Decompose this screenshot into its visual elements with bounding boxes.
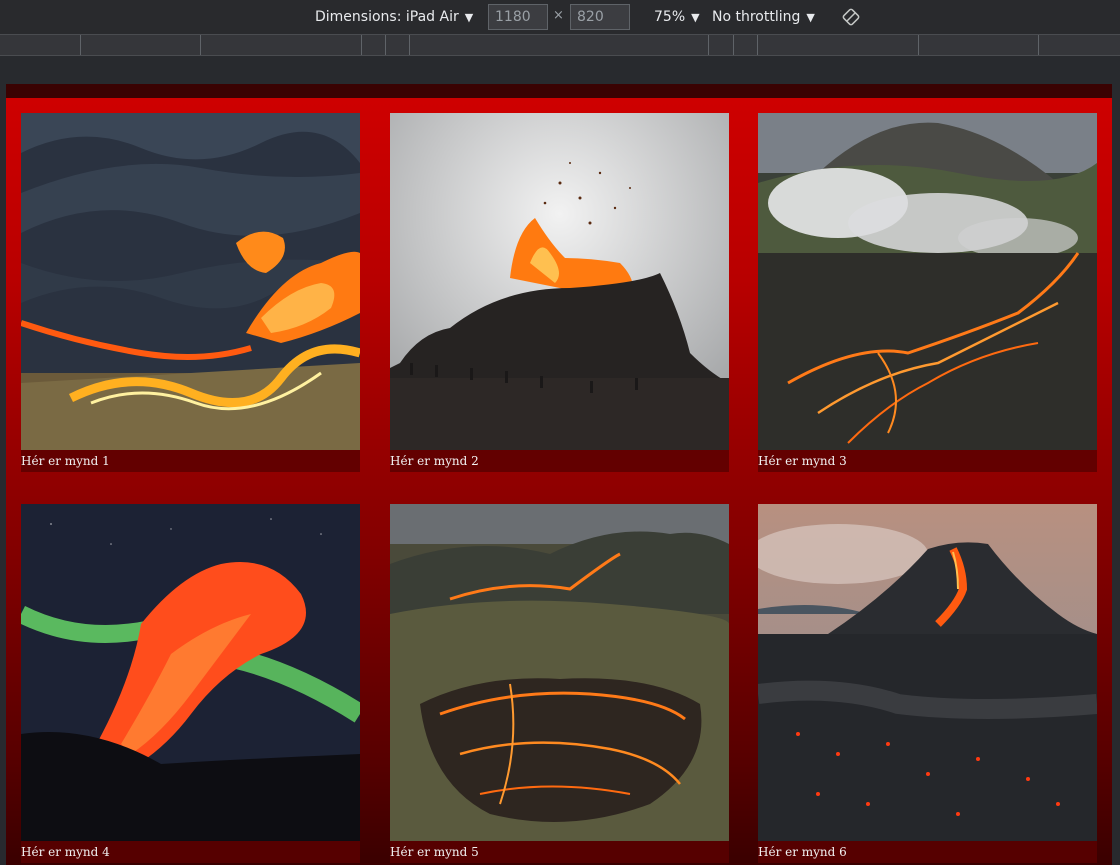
gallery-card-1[interactable]: Hér er mynd 1 [21,113,360,472]
dropdown-arrow-icon: ▼ [691,10,700,24]
device-selector[interactable]: Dimensions: iPad Air ▼ [315,0,473,34]
gallery-card-3[interactable]: Hér er mynd 3 [758,113,1097,472]
throttling-selector[interactable]: No throttling ▼ [712,0,815,34]
times-icon: × [553,8,564,23]
zoom-selector[interactable]: 75% ▼ [654,0,700,34]
ruler-tick[interactable] [361,35,362,55]
dropdown-arrow-icon: ▼ [464,10,474,24]
rotate-icon[interactable] [841,7,861,27]
zoom-label: 75% [654,9,686,25]
gallery-caption: Hér er mynd 2 [390,450,729,472]
gallery-image-5[interactable] [390,504,729,841]
gallery-caption: Hér er mynd 4 [21,841,360,863]
gallery-caption: Hér er mynd 3 [758,450,1097,472]
ruler-tick[interactable] [385,35,386,55]
gallery-card-5[interactable]: Hér er mynd 5 [390,504,729,863]
throttling-label: No throttling [712,9,801,25]
ruler-tick[interactable] [80,35,81,55]
gallery-caption: Hér er mynd 5 [390,841,729,863]
gallery-image-2[interactable] [390,113,729,450]
ruler-tick[interactable] [200,35,201,55]
ruler-tick[interactable] [1038,35,1039,55]
gallery-image-4[interactable] [21,504,360,841]
ruler-tick[interactable] [757,35,758,55]
gallery-image-6[interactable] [758,504,1097,841]
dropdown-arrow-icon: ▼ [806,10,815,24]
gallery-card-6[interactable]: Hér er mynd 6 [758,504,1097,863]
gallery-card-4[interactable]: Hér er mynd 4 [21,504,360,863]
ruler-tick[interactable] [733,35,734,55]
width-input[interactable]: 1180 [488,4,548,30]
gallery-caption: Hér er mynd 6 [758,841,1097,863]
gallery-image-1[interactable] [21,113,360,450]
emulated-viewport: Hér er mynd 1 Hér er mynd 2 Hér er mynd … [6,84,1112,865]
page-header-strip [6,84,1112,98]
gallery-card-2[interactable]: Hér er mynd 2 [390,113,729,472]
gallery-image-3[interactable] [758,113,1097,450]
media-query-ruler [0,34,1120,56]
ruler-tick[interactable] [708,35,709,55]
ruler-tick[interactable] [918,35,919,55]
height-input[interactable]: 820 [570,4,630,30]
device-toolbar: Dimensions: iPad Air ▼ 1180 × 820 75% ▼ … [0,0,1120,34]
gallery-caption: Hér er mynd 1 [21,450,360,472]
ruler-tick[interactable] [409,35,410,55]
device-dimensions-label: Dimensions: iPad Air [315,9,459,25]
